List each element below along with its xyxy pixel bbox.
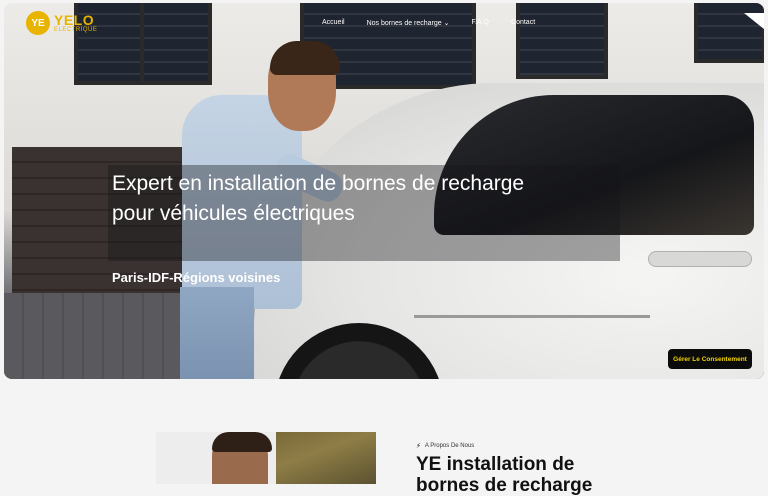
about-kicker: ⚡︎ A Propos De Nous	[416, 442, 474, 450]
about-image-right	[276, 432, 376, 484]
nav-item-faq[interactable]: F.A.Q	[472, 19, 490, 27]
hero-banner: YE YELO ELECTRIQUE Accueil Nos bornes de…	[4, 3, 764, 379]
car-door-handle	[648, 251, 752, 267]
person-hair	[270, 41, 340, 75]
logo-subname: ELECTRIQUE	[54, 27, 98, 33]
logo-car-icon: YE	[26, 11, 50, 35]
consent-button[interactable]: Gérer Le Consentement	[668, 349, 752, 369]
bolt-icon: ⚡︎	[416, 443, 421, 450]
house-window	[140, 3, 212, 85]
house-window	[516, 3, 608, 79]
logo-text: YELO ELECTRIQUE	[54, 13, 97, 33]
hero-title: Expert en installation de bornes de rech…	[112, 172, 525, 225]
person-jeans	[180, 287, 254, 379]
about-image	[156, 432, 376, 484]
nav-item-bornes[interactable]: Nos bornes de recharge ⌄	[367, 19, 450, 27]
hero-subtitle: Paris-IDF-Régions voisines	[112, 270, 281, 285]
car-trim	[414, 315, 650, 318]
house-window	[694, 3, 764, 63]
site-logo[interactable]: YE YELO ELECTRIQUE	[26, 11, 97, 35]
logo-name: YELO	[54, 12, 95, 28]
nav-item-contact[interactable]: Contact	[511, 19, 535, 27]
about-title: YE installation de bornes de recharge	[416, 454, 593, 496]
about-person-hair	[212, 432, 272, 452]
about-kicker-label: A Propos De Nous	[424, 443, 475, 449]
main-nav: Accueil Nos bornes de recharge ⌄ F.A.Q C…	[322, 19, 535, 27]
nav-item-accueil[interactable]: Accueil	[322, 19, 345, 27]
